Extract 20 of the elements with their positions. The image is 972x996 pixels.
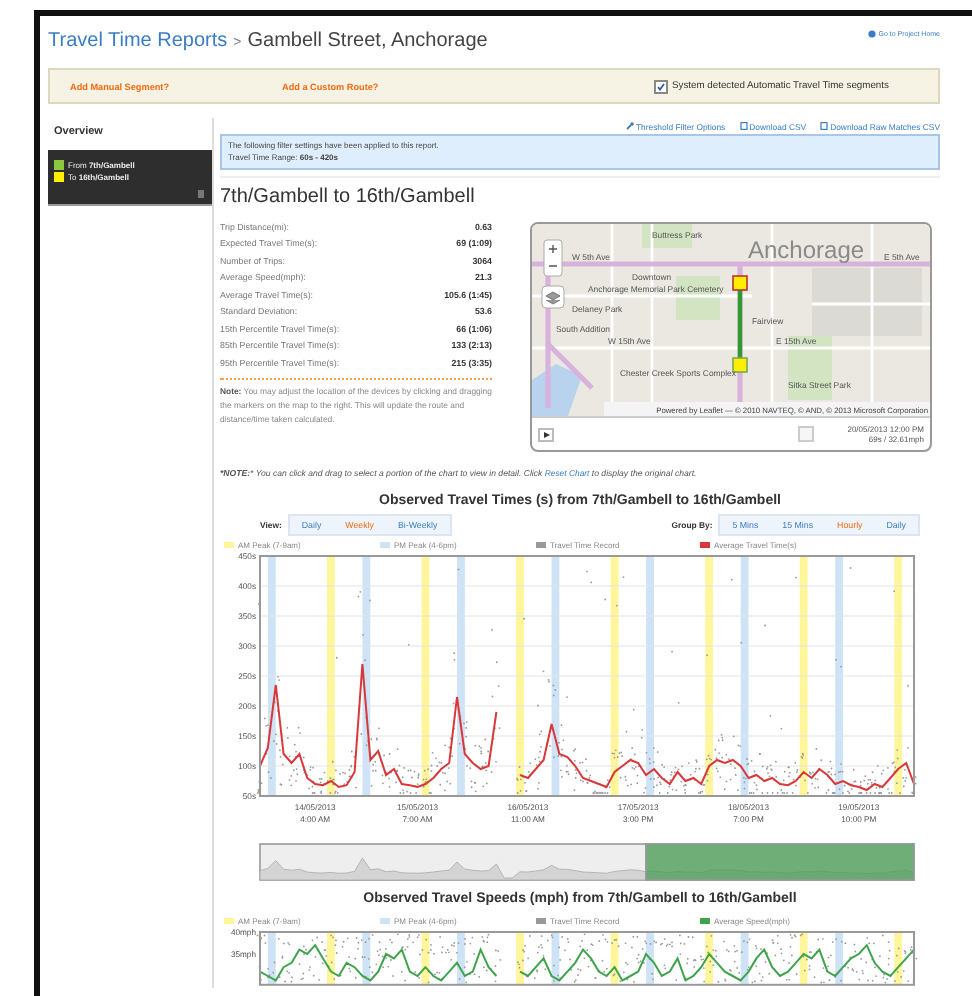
map-label: Anchorage: [748, 236, 865, 264]
document-icon: [739, 122, 748, 130]
map-marker[interactable]: [732, 275, 748, 291]
navigator-drawing[interactable]: [259, 843, 915, 881]
layers-icon[interactable]: [541, 285, 565, 309]
play-button[interactable]: [538, 427, 554, 441]
breadcrumb-link[interactable]: Travel Time Reports: [48, 29, 228, 51]
time-slider-handle[interactable]: [798, 426, 814, 442]
legend-swatch: [700, 917, 710, 925]
page-title: Gambell Street, Anchorage: [247, 29, 488, 51]
home-icon: [868, 30, 877, 38]
map-marker[interactable]: [732, 357, 748, 373]
checkbox[interactable]: [654, 79, 668, 93]
play-icon: [543, 431, 549, 437]
zoom-control[interactable]: [543, 239, 563, 277]
segment-title: 7th/Gambell to 16th/Gambell: [220, 186, 477, 208]
map-drawing[interactable]: [532, 224, 930, 416]
legend-swatch: [700, 541, 710, 549]
document-icon: [820, 122, 829, 130]
wrench-icon: [625, 122, 634, 130]
